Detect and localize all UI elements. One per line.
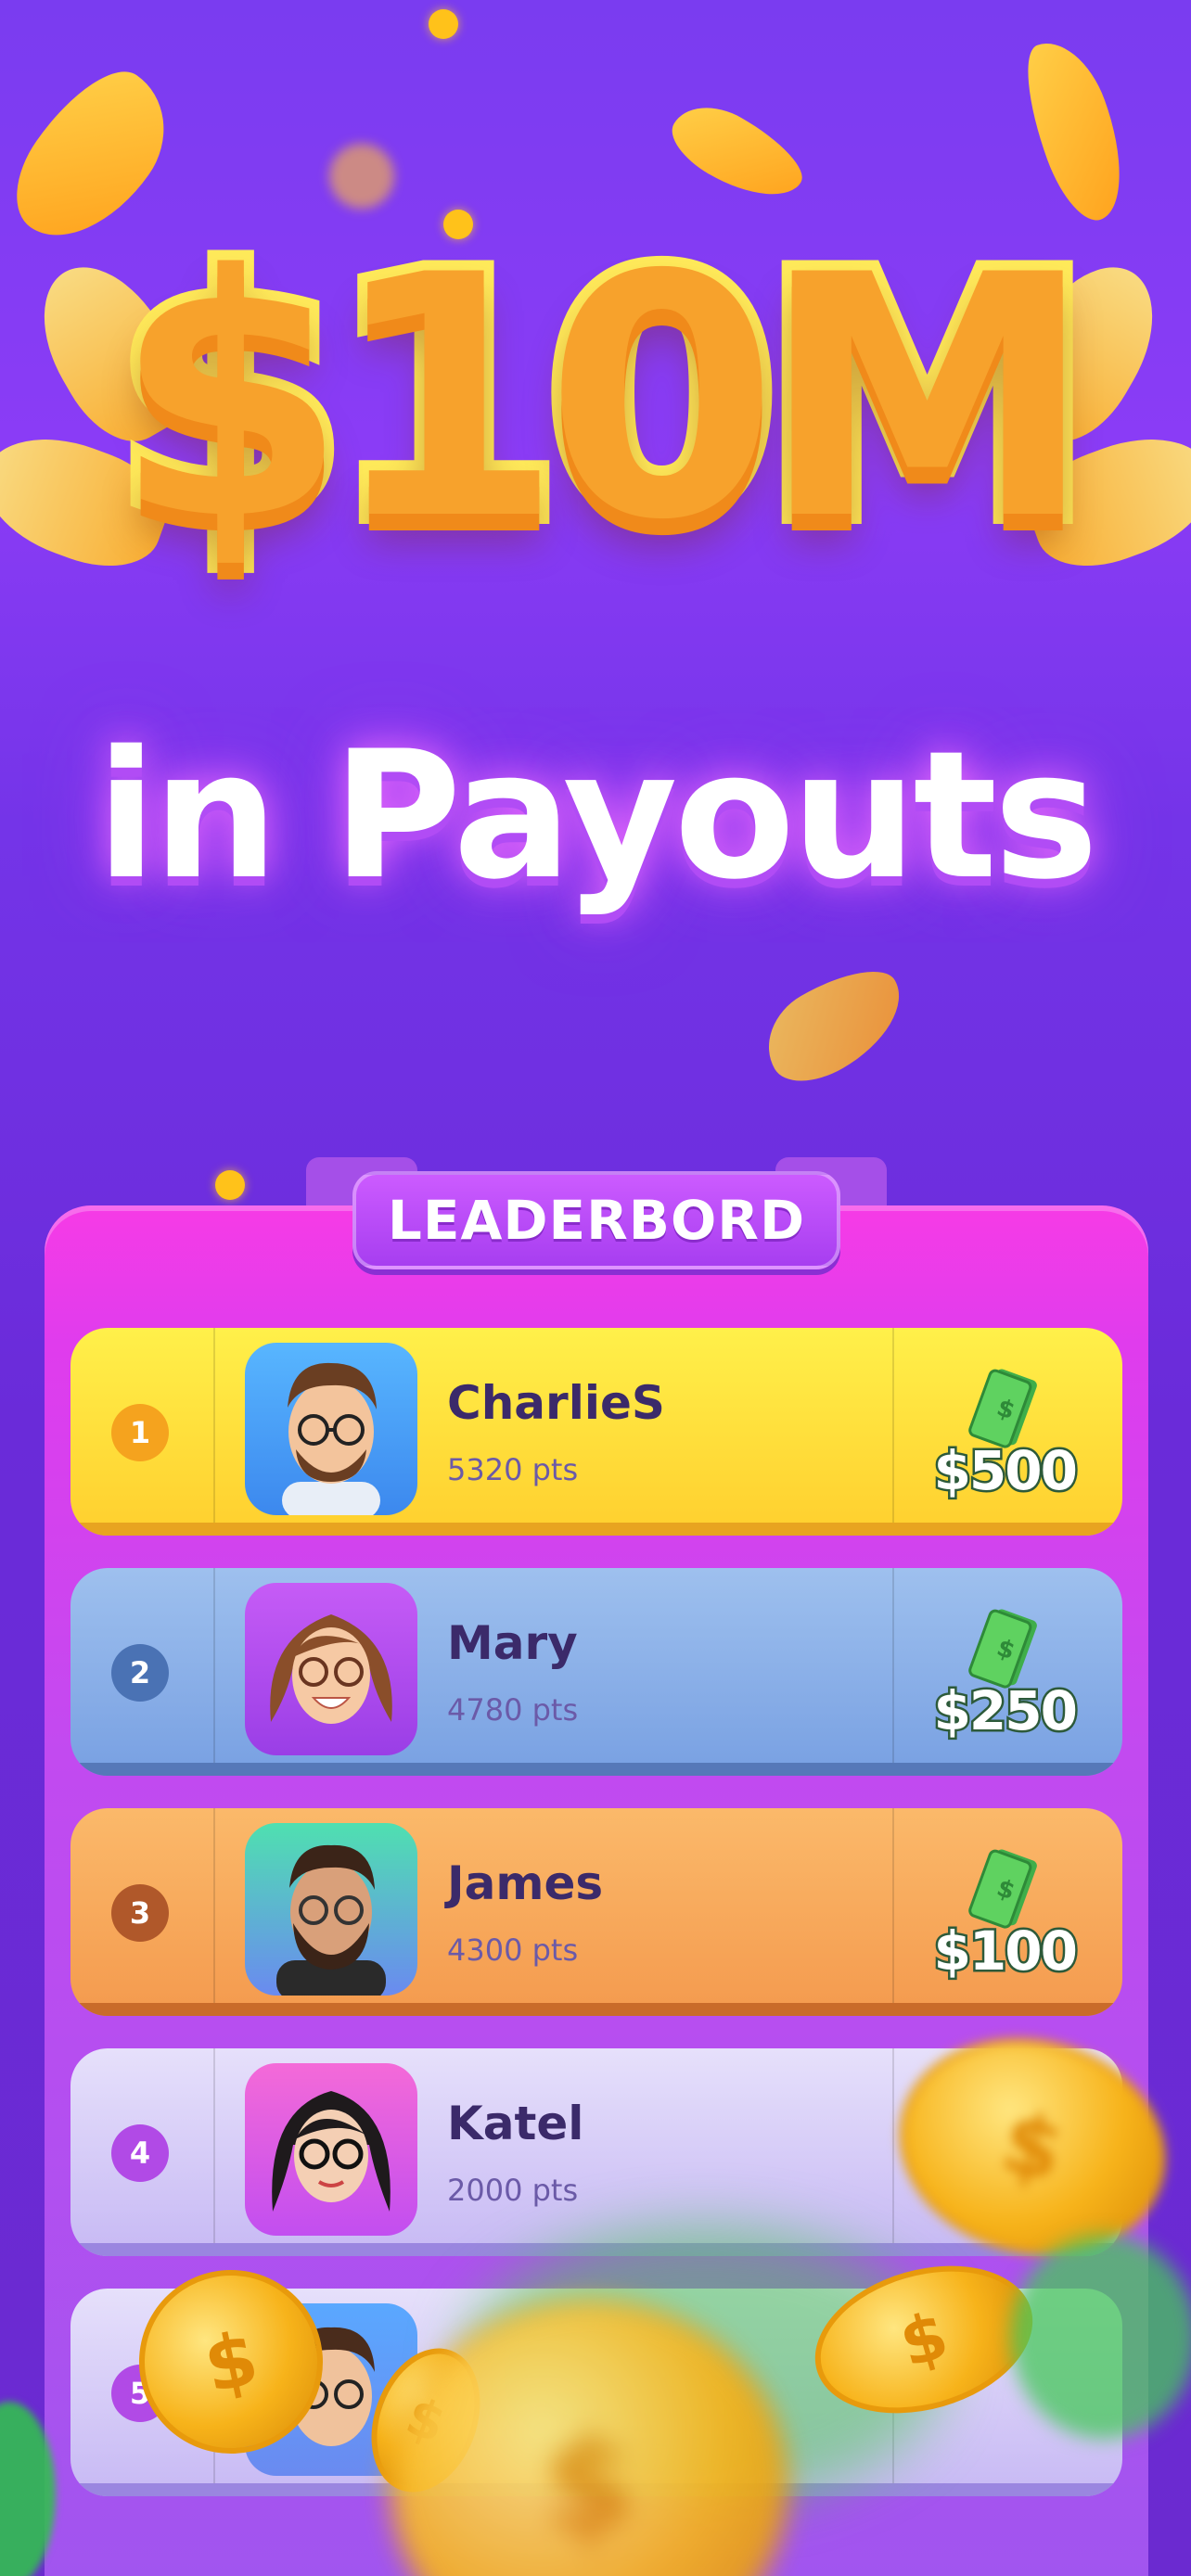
confetti-piece	[660, 90, 814, 216]
leaderboard-row[interactable]: 3 James 4300 pts $ $100	[70, 1808, 1122, 2016]
leaderboard-title: LEADERBORD	[387, 1189, 806, 1252]
rank-badge: 3	[111, 1884, 169, 1942]
leaderboard-row[interactable]: 1 CharlieS 5320 pts $ $500	[70, 1328, 1122, 1536]
player-points: 4300 pts	[447, 1932, 579, 1968]
leaderboard-row[interactable]: 2 Mary 4780 pts $ $250	[70, 1568, 1122, 1776]
prize-amount: $500	[931, 1437, 1080, 1505]
payout-subtitle: in Payouts	[96, 713, 1099, 918]
rank-badge: 1	[111, 1404, 169, 1461]
promo-screen: $10M in Payouts LEADERBORD 1 CharlieS 53…	[0, 0, 1191, 2576]
sparkle-dot	[215, 1170, 245, 1200]
player-name: CharlieS	[447, 1376, 665, 1430]
player-name: James	[447, 1856, 604, 1910]
prize-amount: $100	[931, 1918, 1080, 1985]
player-name: Katel	[447, 2097, 584, 2150]
cash-blur	[1011, 2235, 1191, 2439]
payout-amount-headline: $10M	[104, 204, 1104, 593]
player-points: 2000 pts	[447, 2173, 579, 2208]
sparkle-dot	[429, 9, 458, 39]
rank-badge: 4	[111, 2124, 169, 2182]
sparkle-glow	[329, 144, 394, 209]
rank-badge: 2	[111, 1644, 169, 1702]
woman-dark-hair-icon	[245, 2063, 417, 2236]
prize-amount: $250	[931, 1677, 1080, 1745]
player-points: 5320 pts	[447, 1452, 579, 1487]
leaderboard-title-banner: LEADERBORD	[352, 1171, 840, 1269]
confetti-piece	[749, 951, 920, 1098]
confetti-piece	[1009, 30, 1143, 230]
bearded-man-icon	[245, 1823, 417, 1996]
woman-glasses-icon	[245, 1583, 417, 1755]
player-points: 4780 pts	[447, 1692, 579, 1728]
man-glasses-icon	[245, 1343, 417, 1515]
player-name: Mary	[447, 1616, 578, 1670]
